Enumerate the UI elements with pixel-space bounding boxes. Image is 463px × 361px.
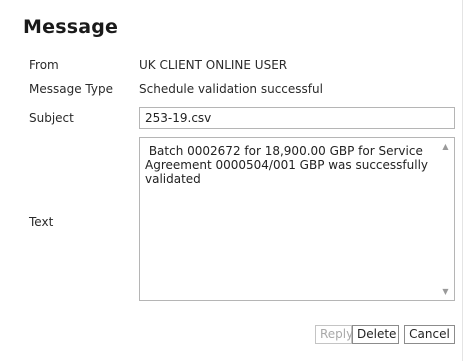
text-label: Text (29, 215, 54, 229)
from-value: UK CLIENT ONLINE USER (139, 58, 288, 72)
message-type-value: Schedule validation successful (139, 82, 323, 96)
subject-input[interactable] (139, 107, 455, 129)
subject-label: Subject (29, 111, 74, 125)
message-text-content: Batch 0002672 for 18,900.00 GBP for Serv… (145, 144, 429, 186)
message-dialog: Message From UK CLIENT ONLINE USER Messa… (0, 0, 463, 361)
cancel-button[interactable]: Cancel (404, 325, 455, 344)
message-text-area[interactable]: Batch 0002672 for 18,900.00 GBP for Serv… (139, 137, 455, 301)
dialog-title: Message (23, 16, 119, 38)
scroll-up-arrow-icon[interactable]: ▲ (437, 138, 454, 155)
text-scrollbar[interactable]: ▲ ▼ (437, 138, 454, 300)
reply-button[interactable]: Reply (315, 325, 353, 344)
message-type-label: Message Type (29, 82, 113, 96)
delete-button[interactable]: Delete (352, 325, 399, 344)
scroll-down-arrow-icon[interactable]: ▼ (437, 283, 454, 300)
from-label: From (29, 58, 59, 72)
